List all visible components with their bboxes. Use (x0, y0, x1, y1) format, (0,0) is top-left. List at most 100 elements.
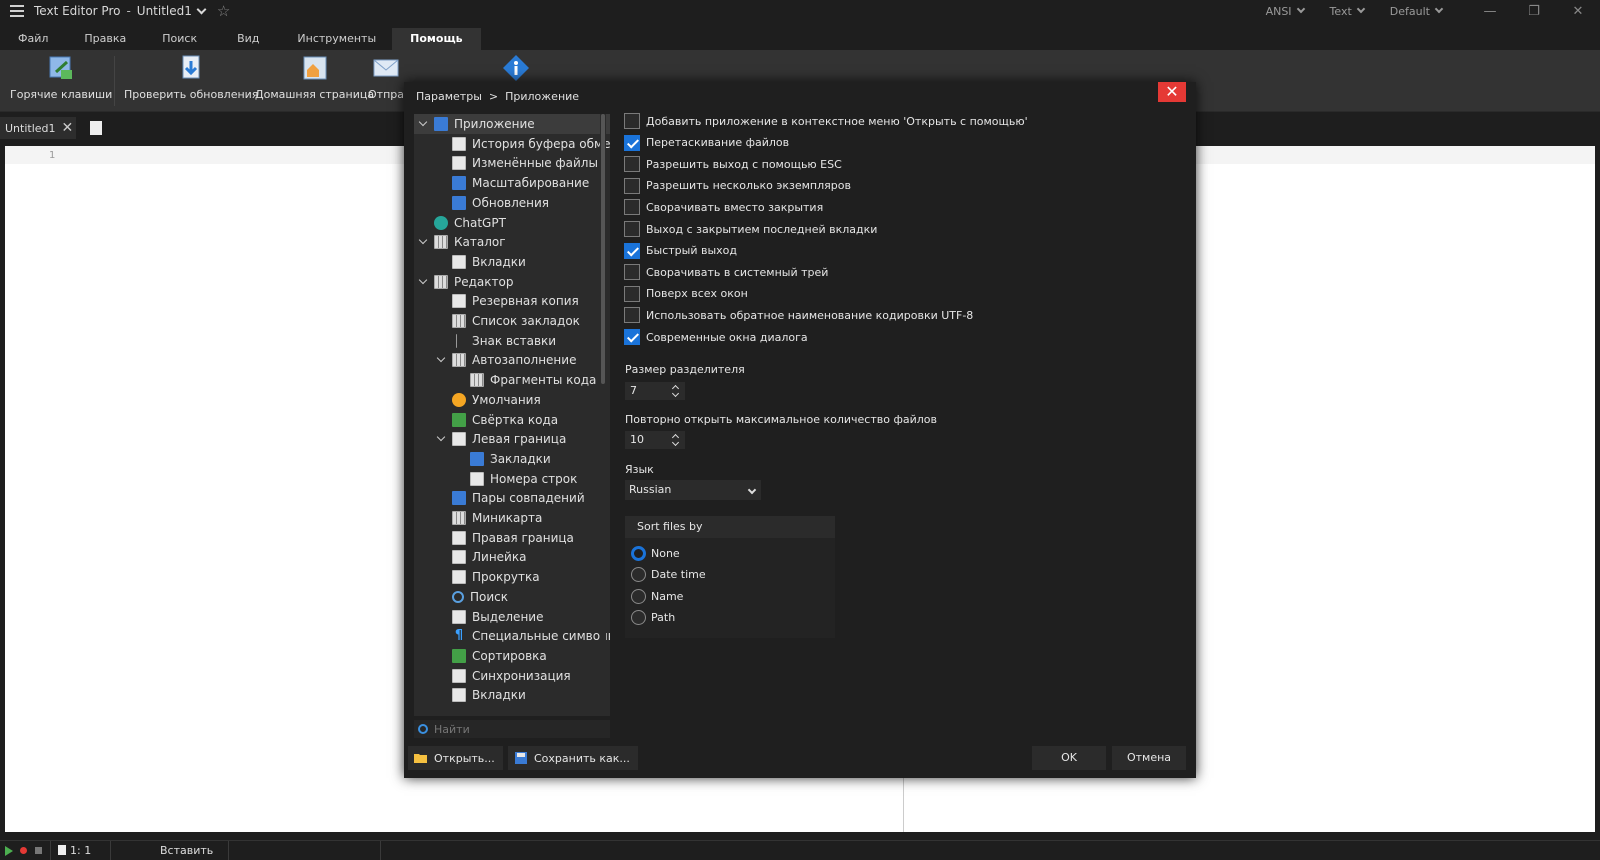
encoding-dropdown[interactable]: ANSI (1266, 5, 1310, 18)
checkbox[interactable] (624, 113, 640, 129)
hamburger-menu-icon[interactable] (0, 0, 34, 22)
tree-item[interactable]: Правая граница (414, 528, 610, 548)
option-checkbox-row[interactable]: Использовать обратное наименование кодир… (624, 306, 973, 324)
dialog-close-button[interactable]: ✕ (1158, 82, 1186, 102)
star-icon[interactable]: ☆ (217, 2, 230, 20)
sort-option-date-time[interactable]: Date time (631, 566, 706, 584)
tab-search[interactable]: Поиск (144, 28, 215, 50)
document-tab[interactable]: Untitled1 ✕ (0, 117, 76, 139)
document-title[interactable]: Untitled1 (137, 4, 192, 18)
scrollbar-thumb[interactable] (601, 114, 605, 384)
expand-chevron-icon[interactable] (436, 429, 446, 449)
send-feedback-button[interactable]: Отпра (368, 54, 404, 110)
tree-item[interactable]: Пары совпадений (414, 488, 610, 508)
tree-item[interactable]: Вкладки (414, 252, 610, 272)
checkbox[interactable] (624, 242, 640, 259)
chevron-down-icon[interactable] (196, 4, 207, 14)
open-settings-button[interactable]: Открыть... (408, 746, 503, 770)
radio-button[interactable] (631, 545, 646, 561)
checkbox[interactable] (624, 307, 640, 324)
radio-button[interactable] (631, 610, 646, 626)
expand-chevron-icon[interactable] (418, 114, 428, 134)
tree-item[interactable]: Миникарта (414, 508, 610, 528)
sort-option-name[interactable]: Name (631, 587, 683, 605)
tree-item[interactable]: Поиск (414, 587, 610, 607)
check-updates-button[interactable]: Проверить обновления (124, 54, 258, 110)
checkbox[interactable] (624, 329, 640, 345)
tree-item[interactable]: Автозаполнение (414, 350, 610, 370)
checkbox[interactable] (624, 264, 640, 281)
checkbox[interactable] (624, 199, 640, 216)
tab-tools[interactable]: Инструменты (281, 28, 392, 50)
option-checkbox-row[interactable]: Сворачивать вместо закрытия (624, 198, 823, 216)
tree-item[interactable]: Прокрутка (414, 567, 610, 587)
checkbox[interactable] (624, 221, 640, 237)
home-page-button[interactable]: Домашняя страница (255, 54, 374, 110)
tree-item[interactable]: Изменённые файлы (414, 153, 610, 173)
option-checkbox-row[interactable]: Сворачивать в системный трей (624, 263, 828, 281)
option-checkbox-row[interactable]: Перетаскивание файлов (624, 134, 789, 152)
option-checkbox-row[interactable]: Поверх всех окон (624, 285, 748, 303)
tree-item[interactable]: Сортировка (414, 646, 610, 666)
expand-chevron-icon[interactable] (418, 272, 428, 292)
tree-item[interactable]: Приложение (414, 114, 610, 134)
tree-item[interactable]: История буфера обмена (414, 134, 610, 154)
tab-file[interactable]: Файл (0, 28, 66, 50)
radio-button[interactable] (631, 588, 646, 604)
tree-item[interactable]: Каталог (414, 232, 610, 252)
option-checkbox-row[interactable]: Быстрый выход (624, 242, 737, 260)
tab-view[interactable]: Вид (215, 28, 281, 50)
sort-option-path[interactable]: Path (631, 609, 675, 627)
tree-item[interactable]: Редактор (414, 272, 610, 292)
new-document-icon[interactable] (90, 121, 102, 135)
tree-scrollbar[interactable] (600, 114, 606, 716)
tab-help[interactable]: Помощь (392, 28, 481, 50)
checkbox[interactable] (624, 177, 640, 194)
tree-item[interactable]: Выделение (414, 607, 610, 627)
ok-button[interactable]: OK (1032, 746, 1106, 770)
reopen-max-spinner[interactable]: 10 (625, 431, 685, 449)
close-tab-icon[interactable]: ✕ (62, 120, 74, 136)
tree-item[interactable]: Свёртка кода (414, 410, 610, 430)
option-checkbox-row[interactable]: Выход с закрытием последней вкладки (624, 220, 877, 238)
checkbox[interactable] (624, 285, 640, 302)
tree-item[interactable]: Фрагменты кода (414, 370, 610, 390)
expand-chevron-icon[interactable] (436, 350, 446, 370)
tree-item[interactable]: Список закладок (414, 311, 610, 331)
insert-mode[interactable]: Вставить (160, 844, 213, 857)
tree-item[interactable]: Синхронизация (414, 666, 610, 686)
theme-dropdown[interactable]: Default (1390, 5, 1448, 18)
tree-item[interactable]: Левая граница (414, 429, 610, 449)
window-close-icon[interactable]: ✕ (1556, 4, 1600, 19)
sort-option-none[interactable]: None (631, 544, 680, 562)
radio-button[interactable] (631, 567, 646, 583)
checkbox[interactable] (624, 134, 640, 151)
tree-item[interactable]: Номера строк (414, 469, 610, 489)
tree-item[interactable]: Вкладки (414, 685, 610, 705)
tree-item[interactable]: Закладки (414, 449, 610, 469)
option-checkbox-row[interactable]: Современные окна диалога (624, 328, 808, 346)
tree-item[interactable]: Умолчания (414, 390, 610, 410)
option-checkbox-row[interactable]: Разрешить несколько экземпляров (624, 177, 851, 195)
option-checkbox-row[interactable]: Добавить приложение в контекстное меню '… (624, 112, 1028, 130)
macro-play-icon[interactable] (5, 846, 13, 856)
option-checkbox-row[interactable]: Разрешить выход с помощью ESC (624, 155, 842, 173)
language-select[interactable]: Russian (625, 480, 761, 500)
checkbox[interactable] (624, 156, 640, 173)
tree-item[interactable]: ¶ Специальные символы (414, 626, 610, 646)
macro-record-icon[interactable] (20, 847, 27, 854)
save-settings-button[interactable]: Сохранить как... (508, 746, 638, 770)
macro-stop-icon[interactable] (35, 847, 42, 854)
highlighter-dropdown[interactable]: Text (1330, 5, 1370, 18)
tree-search-input[interactable] (434, 722, 594, 736)
tree-item[interactable]: Линейка (414, 547, 610, 567)
tab-edit[interactable]: Правка (66, 28, 144, 50)
hotkeys-button[interactable]: Горячие клавиши (10, 54, 112, 110)
cancel-button[interactable]: Отмена (1112, 746, 1186, 770)
tree-item[interactable]: Масштабирование (414, 173, 610, 193)
expand-chevron-icon[interactable] (418, 232, 428, 252)
maximize-icon[interactable]: ❐ (1512, 4, 1556, 19)
minimize-icon[interactable]: — (1468, 4, 1512, 19)
tree-item[interactable]: Знак вставки (414, 331, 610, 351)
tree-item[interactable]: Обновления (414, 193, 610, 213)
